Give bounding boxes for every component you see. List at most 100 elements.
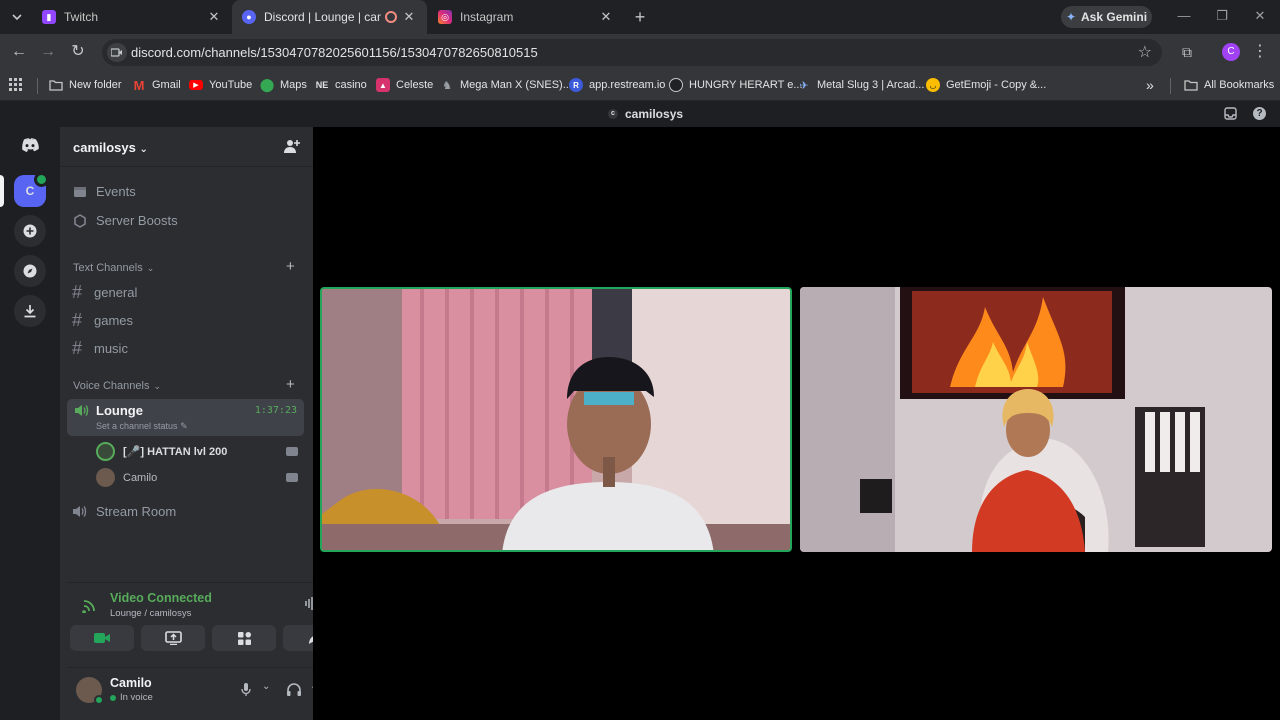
text-channels-category[interactable]: Text Channels ⌄: [73, 262, 154, 274]
voice-channels-category[interactable]: Voice Channels ⌄: [73, 380, 161, 392]
close-tab-icon[interactable]: ✕: [598, 9, 614, 25]
video-camera-icon: [93, 633, 110, 643]
microphone-icon[interactable]: [241, 683, 251, 697]
events-item[interactable]: Events: [73, 184, 136, 199]
server-mini-icon: c: [608, 109, 618, 119]
screen-share-icon: [164, 631, 182, 645]
bookmark-restream[interactable]: R app.restream.io: [569, 76, 665, 94]
hattan-avatar: [96, 442, 115, 461]
chevron-down-icon: ⌄: [153, 380, 161, 391]
activities-button[interactable]: [212, 625, 276, 651]
maximize-button[interactable]: ❐: [1212, 8, 1232, 26]
address-bar[interactable]: discord.com/channels/1530470782025601156…: [102, 39, 1162, 66]
set-channel-status[interactable]: Set a channel status ✎: [96, 421, 188, 432]
video-tile-camilo[interactable]: [320, 287, 792, 552]
close-tab-icon[interactable]: ✕: [401, 9, 417, 25]
bookmark-celeste[interactable]: ▲ Celeste: [376, 76, 433, 94]
youtube-icon: ▶: [189, 80, 203, 90]
channel-games[interactable]: # games: [72, 310, 133, 331]
bookmark-megaman[interactable]: ♞ Mega Man X (SNES)...: [440, 76, 572, 94]
bookmark-new-folder[interactable]: New folder: [49, 76, 122, 94]
tab-search-button[interactable]: [5, 5, 29, 29]
video-camera-icon: [286, 447, 298, 456]
more-bookmarks-icon[interactable]: »: [1146, 76, 1154, 94]
all-bookmarks-button[interactable]: All Bookmarks: [1184, 76, 1274, 94]
url-text: discord.com/channels/1530470782025601156…: [131, 45, 538, 60]
emoji-icon: ◡: [926, 78, 940, 92]
bookmark-metalslug[interactable]: ✈ Metal Slug 3 | Arcad...: [797, 76, 924, 94]
discover-button[interactable]: [14, 255, 46, 287]
chevron-down-icon: ⌄: [146, 262, 155, 273]
channel-general[interactable]: # general: [72, 282, 137, 303]
apps-grid-icon[interactable]: [9, 76, 23, 94]
voice-connection-panel: Video Connected Lounge / camilosys: [67, 582, 349, 662]
activities-icon: [237, 631, 251, 645]
tab-twitch[interactable]: ▮ Twitch ✕: [32, 0, 232, 34]
chevron-down-icon: [12, 14, 22, 20]
voice-channel-lounge[interactable]: Lounge 1:37:23 Set a channel status ✎: [67, 399, 304, 436]
channel-music[interactable]: # music: [72, 338, 128, 359]
server-camilosys[interactable]: C: [14, 172, 49, 207]
selected-server-pill: [0, 175, 4, 207]
camera-button[interactable]: [70, 625, 134, 651]
voice-user-hattan[interactable]: [🎤] HATTAN lvl 200: [96, 442, 227, 461]
server-header[interactable]: camilosys ⌄: [60, 127, 313, 167]
bookmarks-bar: New folder M Gmail ▶ YouTube ⬤ Maps NE c…: [0, 70, 1280, 101]
voice-user-camilo[interactable]: Camilo: [96, 468, 157, 487]
headphones-icon[interactable]: [287, 683, 301, 696]
bookmark-star-icon[interactable]: ☆: [1138, 42, 1152, 62]
minimize-button[interactable]: —: [1174, 8, 1194, 26]
bookmark-hungry[interactable]: HUNGRY HERART e...: [669, 76, 803, 94]
window-title: c camilosys: [608, 107, 683, 121]
site-info-icon[interactable]: [107, 43, 127, 62]
bookmark-gmail[interactable]: M Gmail: [132, 76, 181, 94]
metalslug-icon: ✈: [799, 79, 809, 92]
tab-instagram[interactable]: ◎ Instagram ✕: [428, 0, 624, 34]
bookmark-casino[interactable]: NE casino: [315, 76, 367, 94]
help-icon[interactable]: ?: [1253, 107, 1266, 120]
add-server-button[interactable]: [14, 215, 46, 247]
channel-timer: 1:37:23: [254, 405, 297, 416]
tab-discord[interactable]: ● Discord | Lounge | camilosys ✕: [232, 0, 427, 34]
extensions-icon[interactable]: ⧉: [1177, 42, 1197, 62]
discord-home-button[interactable]: [14, 129, 46, 161]
menu-kebab-icon[interactable]: ⋮: [1250, 42, 1270, 62]
hattan-video-feed: [800, 287, 1272, 552]
folder-icon: [1184, 78, 1198, 92]
close-window-button[interactable]: ✕: [1250, 8, 1270, 26]
compass-icon: [23, 264, 37, 278]
back-button[interactable]: ←: [9, 42, 29, 62]
voice-channel-stream-room[interactable]: Stream Room: [72, 504, 176, 519]
inbox-icon[interactable]: [1224, 107, 1237, 120]
bookmark-getemoji[interactable]: ◡ GetEmoji - Copy &...: [926, 76, 1046, 94]
bookmark-youtube[interactable]: ▶ YouTube: [189, 76, 252, 94]
user-avatar[interactable]: [76, 677, 104, 705]
create-voice-channel-icon[interactable]: +: [286, 376, 295, 393]
server-boosts-item[interactable]: Server Boosts: [73, 213, 178, 228]
gmail-icon: M: [133, 77, 145, 93]
folder-icon: [49, 78, 63, 92]
ne-icon: NE: [315, 80, 329, 90]
ask-gemini-button[interactable]: ✦ Ask Gemini: [1061, 6, 1152, 28]
profile-avatar[interactable]: C: [1222, 43, 1240, 61]
pencil-icon: ✎: [180, 421, 188, 431]
invite-people-icon[interactable]: [284, 139, 300, 154]
forward-button[interactable]: →: [38, 42, 58, 62]
reload-button[interactable]: ↻: [68, 42, 88, 62]
browser-tab-strip: ▮ Twitch ✕ ● Discord | Lounge | camilosy…: [0, 0, 1280, 34]
download-apps-button[interactable]: [14, 295, 46, 327]
user-status: In voice: [110, 692, 153, 703]
new-tab-button[interactable]: +: [628, 5, 652, 29]
discord-title-bar: c camilosys ?: [0, 101, 1280, 127]
user-panel: Camilo In voice ⌄ ⌄: [67, 667, 348, 713]
calendar-icon: [74, 187, 86, 197]
create-text-channel-icon[interactable]: +: [286, 258, 295, 275]
signal-icon[interactable]: [82, 599, 96, 613]
hashtag-icon: #: [72, 338, 83, 358]
share-screen-button[interactable]: [141, 625, 205, 651]
close-tab-icon[interactable]: ✕: [206, 9, 222, 25]
bookmark-maps[interactable]: ⬤ Maps: [260, 76, 307, 94]
boost-icon: [74, 213, 86, 228]
video-tile-hattan[interactable]: [800, 287, 1272, 552]
mic-options-chevron-icon[interactable]: ⌄: [262, 681, 270, 692]
